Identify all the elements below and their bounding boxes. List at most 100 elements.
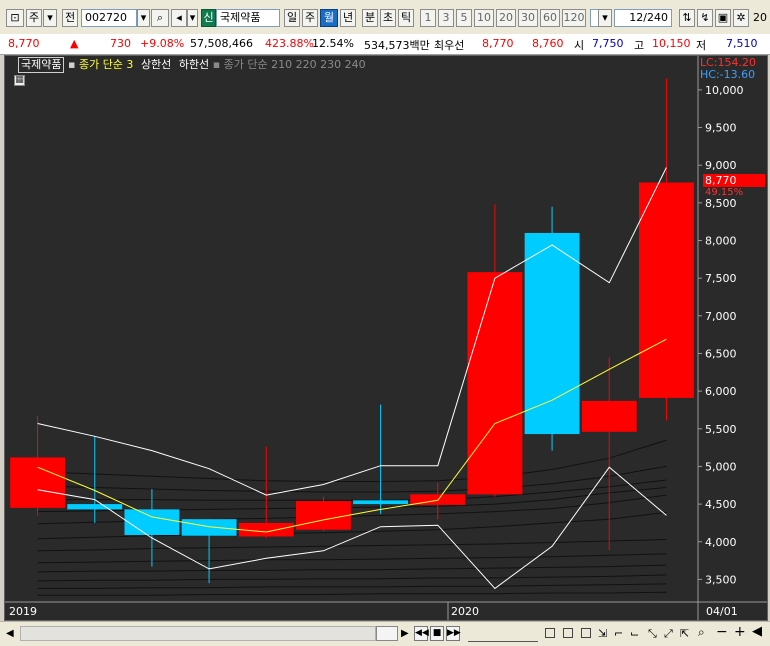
price-change: 730 <box>110 37 131 50</box>
rewind-icon[interactable]: ◀◀ <box>414 626 429 641</box>
candle-body-0 <box>10 457 66 508</box>
long-ma-line-10 <box>37 583 667 589</box>
legend-long-ma[interactable]: 종가 단순 210 220 230 240 <box>224 58 366 71</box>
search-icon[interactable]: ⌕ <box>151 9 169 27</box>
zoom-out-icon[interactable]: − <box>716 624 728 640</box>
y-tick-label-12: 9,500 <box>705 122 737 135</box>
zoom-in-icon[interactable]: + <box>734 624 746 640</box>
long-ma-line-9 <box>37 574 667 582</box>
chevron-down-icon[interactable]: ▾ <box>43 9 57 27</box>
prev-button[interactable]: 전 <box>62 9 78 27</box>
y-tick-label-6: 6,500 <box>705 347 737 360</box>
candle-body-3 <box>181 519 237 536</box>
open-price: 7,750 <box>592 37 624 50</box>
fast-forward-icon[interactable]: ▶▶ <box>446 626 461 641</box>
high-label: 고 <box>634 39 645 52</box>
code-input[interactable]: 002720 <box>81 9 137 27</box>
y-tick-label-11: 9,000 <box>705 159 737 172</box>
second-button[interactable]: 초 <box>380 9 396 27</box>
scroll-left-icon[interactable]: ◀ <box>6 628 14 639</box>
link-icon[interactable]: ⊡ <box>6 9 24 27</box>
long-ma-line-7 <box>37 553 667 564</box>
stock-name-field[interactable]: 국제약품 <box>216 9 280 27</box>
interval-120[interactable]: 120 <box>562 9 586 27</box>
y-tick-label-0: 3,500 <box>705 573 737 586</box>
best-bid: 8,760 <box>532 37 564 50</box>
y-tick-label-3: 5,000 <box>705 460 737 473</box>
compare-chart-icon[interactable] <box>563 628 573 638</box>
chart-type-icon[interactable] <box>545 628 555 638</box>
layout-icon[interactable] <box>581 628 591 638</box>
tool-icon-3[interactable]: ⌙ <box>630 627 639 640</box>
current-price: 8,770 <box>8 37 40 50</box>
scroll-track[interactable] <box>20 626 376 641</box>
scroll-end-icon[interactable]: ◀ <box>752 624 762 639</box>
interval-dropdown-icon[interactable]: ▾ <box>598 9 612 27</box>
candle-body-4 <box>238 522 294 537</box>
candle-body-1 <box>67 504 123 510</box>
zoom-icon[interactable]: ⌕ <box>698 625 705 640</box>
bottom-bar: ◀ ▶ ◀◀ ■ ▶▶ ⇲ ⌐ ⌙ ⤡ ⤢ ⇱ ⌕ − + ◀ <box>0 621 770 646</box>
legend-lower[interactable]: 하한선 <box>179 58 209 71</box>
tool-icon-5[interactable]: ⤢ <box>664 627 673 641</box>
change-percent: +9.08% <box>140 37 185 50</box>
compare-icon[interactable]: ↯ <box>697 9 713 27</box>
tool-icon-2[interactable]: ⌐ <box>614 627 623 640</box>
up-arrow-icon: ▲ <box>70 37 79 50</box>
scroll-right-icon[interactable]: ▶ <box>401 628 409 639</box>
interval-20[interactable]: 20 <box>496 9 516 27</box>
price-chart[interactable]: 3,500 4,000 4,500 5,000 5,500 6,000 6,500 7,000… <box>5 56 767 620</box>
period-dropdown[interactable]: 주 <box>26 9 42 27</box>
code-dropdown-icon[interactable]: ▾ <box>137 9 150 27</box>
tick-button[interactable]: 틱 <box>398 9 414 27</box>
long-ma-line-3 <box>37 465 667 493</box>
candle-body-11 <box>638 182 694 398</box>
best-ask-label: 최우선 <box>434 39 465 52</box>
period-year[interactable]: 년 <box>340 9 356 27</box>
speaker-icon[interactable]: ◂ <box>171 9 187 27</box>
count-field[interactable]: 12/240 <box>614 9 672 27</box>
candle-body-8 <box>467 272 523 495</box>
interval-60[interactable]: 60 <box>540 9 560 27</box>
volume: 57,508,466 <box>190 37 253 50</box>
current-price-tag: 8,770 <box>703 174 765 187</box>
y-tick-label-1: 4,000 <box>705 536 737 549</box>
candle-body-5 <box>295 501 351 530</box>
save-icon[interactable]: ▣ <box>715 9 731 27</box>
toolbar: ⊡ 주 ▾ 전 002720 ▾ ⌕ ◂ ▾ 신 국제약품 일 주 월 년 분 … <box>0 0 770 35</box>
period-month[interactable]: 월 <box>320 9 338 27</box>
trade-amount: 534,573백만 <box>364 39 430 52</box>
interval-5[interactable]: 5 <box>456 9 472 27</box>
gear-icon[interactable]: ✲ <box>733 9 749 27</box>
low-label: 저 <box>696 39 707 52</box>
chart-legend: 국제약품 ▪ 종가 단순 3 상한선 하한선 ▪ 종가 단순 210 220 2… <box>18 56 366 73</box>
order-icon[interactable]: ⇅ <box>679 9 695 27</box>
turnover-rate: 12.54% <box>312 37 354 50</box>
candle-body-6 <box>353 500 409 505</box>
legend-ma[interactable]: 종가 단순 3 <box>79 58 133 71</box>
stop-icon[interactable]: ■ <box>430 626 444 641</box>
scroll-thumb[interactable] <box>376 626 398 641</box>
tool-icon-1[interactable]: ⇲ <box>598 627 607 640</box>
y-axis: 3,500 4,000 4,500 5,000 5,500 6,000 6,500 7,000… <box>698 84 744 586</box>
interval-10[interactable]: 10 <box>474 9 494 27</box>
zoom-slider[interactable] <box>468 626 538 642</box>
period-day[interactable]: 일 <box>284 9 300 27</box>
legend-stock-name[interactable]: 국제약품 <box>18 57 65 73</box>
x-tick-label-1: 2020 <box>451 605 479 618</box>
period-week[interactable]: 주 <box>302 9 318 27</box>
interval-1[interactable]: 1 <box>420 9 436 27</box>
long-ma-line-6 <box>37 539 667 552</box>
y-tick-label-2: 4,500 <box>705 498 737 511</box>
chart-area[interactable]: 3,500 4,000 4,500 5,000 5,500 6,000 6,500 7,000… <box>4 55 768 621</box>
change-percent-tag: 49.15% <box>705 187 744 198</box>
x-axis: 2019 2020 <box>9 605 479 618</box>
legend-upper[interactable]: 상한선 <box>141 58 171 71</box>
minute-button[interactable]: 분 <box>362 9 378 27</box>
interval-30[interactable]: 30 <box>518 9 538 27</box>
interval-3[interactable]: 3 <box>438 9 454 27</box>
tool-icon-4[interactable]: ⤡ <box>648 627 657 641</box>
speaker-dropdown-icon[interactable]: ▾ <box>187 9 198 27</box>
grid-toggle-icon[interactable]: ▦ <box>14 75 25 86</box>
tool-icon-6[interactable]: ⇱ <box>680 627 689 640</box>
